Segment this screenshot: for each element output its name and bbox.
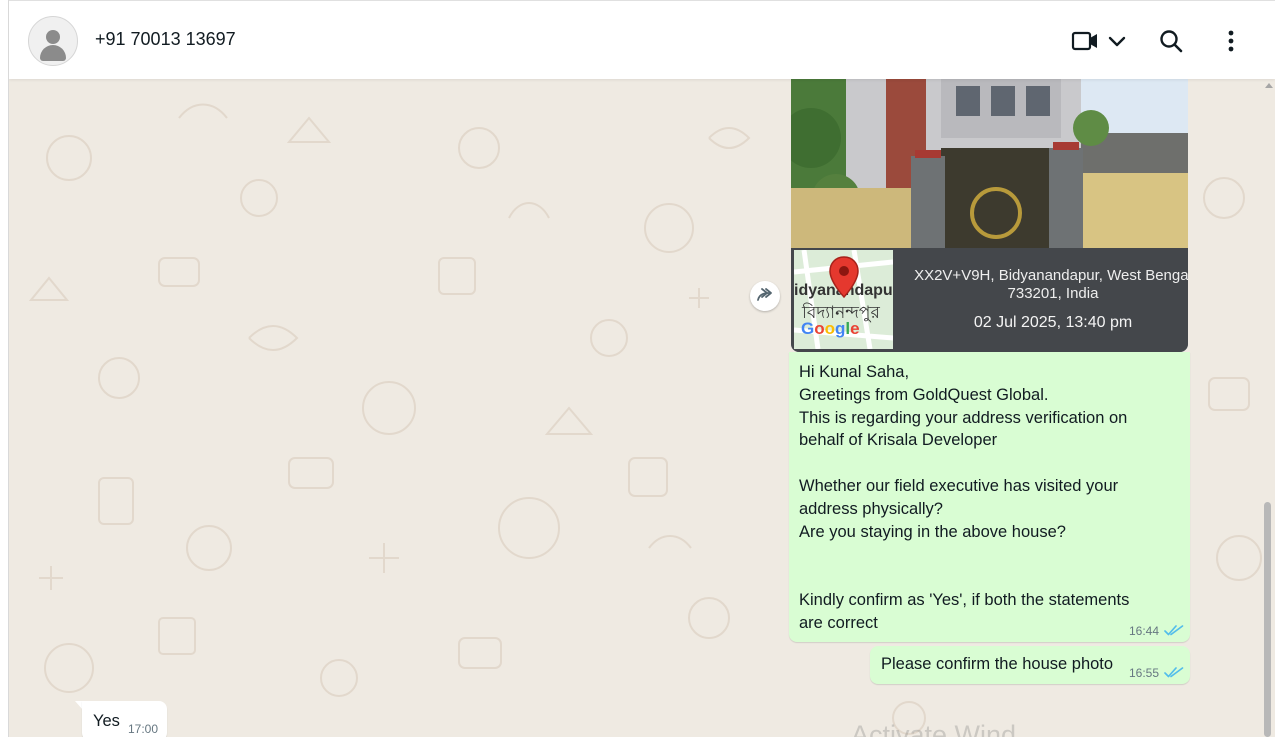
chat-window: +91 70013 13697 বিদ্যানন্দপুর Google XX2…	[8, 0, 1275, 737]
forward-button[interactable]	[750, 281, 780, 311]
forward-icon	[757, 288, 772, 301]
read-receipt-icon	[1164, 667, 1184, 678]
chat-header: +91 70013 13697	[9, 0, 1275, 79]
location-datetime: 02 Jul 2025, 13:40 pm	[973, 314, 1133, 331]
message-time: 17:00	[128, 722, 159, 736]
message-text: Hi Kunal Saha, Greetings from GoldQuest …	[799, 363, 1130, 632]
house-photo[interactable]: idyanandapu বিদ্যানন্দপুর Google XX2V+V9…	[791, 78, 1188, 352]
incoming-message[interactable]: Yes 17:00	[82, 701, 167, 737]
message-time: 16:55	[1129, 666, 1160, 680]
outgoing-message[interactable]: Please confirm the house photo 16:55	[870, 646, 1190, 684]
chat-scrollbar[interactable]	[1261, 78, 1275, 737]
avatar-head-shape	[46, 30, 60, 44]
map-thumbnail[interactable]: idyanandapu বিদ্যানন্দপুর Google	[794, 250, 893, 349]
more-options-icon[interactable]	[1215, 25, 1247, 57]
scroll-up-arrow[interactable]	[1265, 83, 1273, 88]
location-info-panel: idyanandapu বিদ্যানন্দপুর Google XX2V+V9…	[791, 248, 1188, 352]
avatar-body-shape	[40, 45, 66, 61]
message-time: 16:44	[1129, 624, 1160, 638]
message-list[interactable]: idyanandapu বিদ্যানন্দপুর Google XX2V+V9…	[9, 78, 1275, 737]
scroll-thumb[interactable]	[1264, 502, 1271, 737]
contact-avatar[interactable]	[28, 16, 78, 66]
google-logo: Google	[801, 319, 860, 338]
location-address: XX2V+V9H, Bidyanandapur, West Bengal 733…	[914, 267, 1188, 302]
chevron-down-icon[interactable]	[1101, 25, 1133, 57]
message-text: Please confirm the house photo	[881, 655, 1114, 673]
video-call-icon[interactable]	[1069, 25, 1101, 57]
outgoing-message[interactable]: Hi Kunal Saha, Greetings from GoldQuest …	[789, 352, 1190, 642]
map-pin-icon	[829, 256, 859, 299]
search-icon[interactable]	[1155, 25, 1187, 57]
read-receipt-icon	[1164, 625, 1184, 636]
message-text: Yes	[93, 712, 120, 730]
contact-name[interactable]: +91 70013 13697	[95, 29, 236, 50]
activate-windows-watermark: Activate Wind	[851, 720, 1017, 737]
